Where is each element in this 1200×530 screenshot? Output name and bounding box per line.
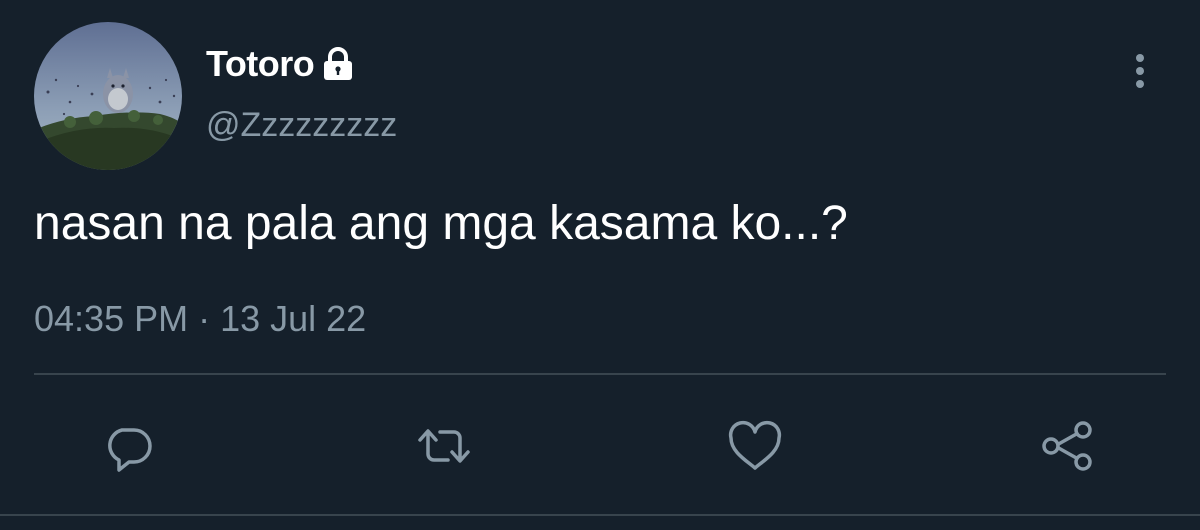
lock-icon	[322, 47, 354, 81]
reply-button[interactable]	[96, 414, 160, 478]
retweet-button[interactable]	[412, 414, 476, 478]
like-button[interactable]	[723, 414, 787, 478]
share-icon	[1042, 421, 1092, 471]
avatar[interactable]	[34, 22, 182, 170]
user-name-row: Totoro	[206, 40, 354, 88]
tweet-timestamp[interactable]: 04:35 PM · 13 Jul 22	[34, 298, 366, 340]
like-icon	[728, 420, 782, 470]
tweet: Totoro @Zzzzzzzzz nasan na pala ang mga …	[0, 0, 1200, 530]
bottom-divider	[0, 514, 1200, 516]
share-button[interactable]	[1035, 414, 1099, 478]
tweet-text: nasan na pala ang mga kasama ko...?	[34, 197, 848, 250]
display-name[interactable]: Totoro	[206, 43, 315, 85]
divider	[34, 373, 1166, 375]
user-handle[interactable]: @Zzzzzzzzz	[206, 106, 397, 145]
more-options-icon[interactable]	[1124, 50, 1156, 92]
retweet-icon	[418, 429, 470, 463]
avatar-image	[34, 22, 182, 170]
reply-icon	[108, 428, 152, 472]
